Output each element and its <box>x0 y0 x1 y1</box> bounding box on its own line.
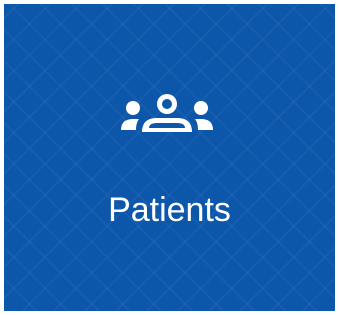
patients-group-icon <box>112 92 222 152</box>
patients-tile[interactable]: Patients <box>4 4 335 311</box>
patients-label: Patients <box>108 191 231 229</box>
